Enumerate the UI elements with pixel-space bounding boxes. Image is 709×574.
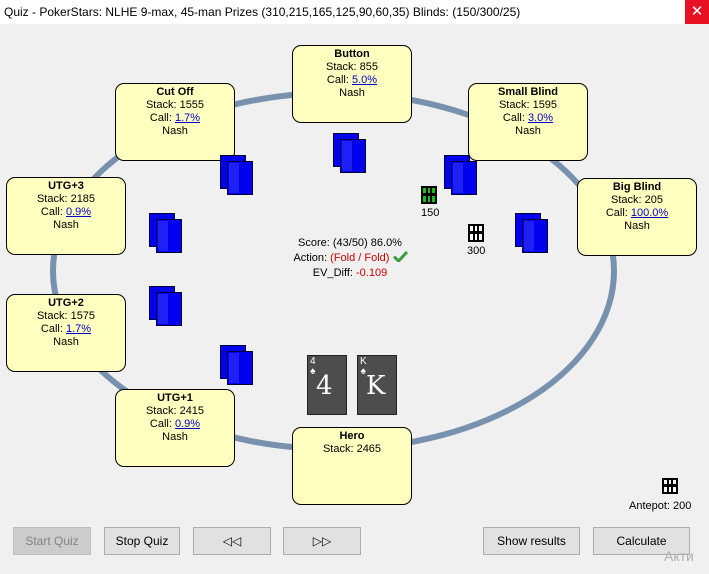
- seat-stack: Stack: 205: [611, 194, 663, 206]
- antepot-chip-icon: [662, 478, 678, 496]
- seat-name: Big Blind: [612, 181, 662, 193]
- window-title: Quiz - PokerStars: NLHE 9-max, 45-man Pr…: [4, 5, 521, 19]
- call-link[interactable]: 3.0%: [528, 112, 553, 124]
- seat-big-blind: Big Blind Stack: 205 Call: 100.0% Nash: [577, 178, 697, 256]
- card-back-big-blind: [515, 213, 548, 253]
- seat-name: Small Blind: [498, 86, 558, 98]
- seat-name: UTG+2: [48, 297, 84, 309]
- card-back-cut-off: [220, 155, 253, 195]
- call-link[interactable]: 5.0%: [352, 74, 377, 86]
- seat-name: UTG+1: [157, 392, 193, 404]
- card-back-utg3: [149, 213, 182, 253]
- call-link[interactable]: 0.9%: [66, 206, 91, 218]
- checkmark-icon: [392, 250, 408, 264]
- call-label: Call:: [326, 74, 352, 86]
- call-label: Call:: [502, 112, 528, 124]
- seat-utg3: UTG+3 Stack: 2185 Call: 0.9% Nash: [6, 177, 126, 255]
- chip-white-icon: [468, 224, 484, 242]
- seat-mode: Nash: [515, 125, 541, 137]
- seat-stack: Stack: 2185: [36, 193, 96, 205]
- seat-name: Button: [334, 48, 370, 60]
- seat-mode: Nash: [162, 431, 188, 443]
- ev-label: EV_Diff:: [312, 267, 356, 279]
- card-rank: K: [366, 371, 386, 401]
- close-button[interactable]: ✕: [685, 0, 709, 24]
- action-value: Fold: [333, 252, 356, 264]
- action-correct: Fold: [364, 252, 386, 264]
- ev-line: EV_Diff: -0.109: [250, 266, 450, 281]
- seat-mode: Nash: [53, 219, 79, 231]
- call-link[interactable]: 1.7%: [66, 323, 91, 335]
- seat-small-blind: Small Blind Stack: 1595 Call: 3.0% Nash: [468, 83, 588, 161]
- call-link[interactable]: 100.0%: [631, 207, 668, 219]
- seat-stack: Stack: 1575: [36, 310, 96, 322]
- seat-hero: Hero Stack: 2465: [292, 427, 412, 505]
- hero-card-1: 4 ♠ 4: [307, 355, 347, 415]
- seat-stack: Stack: 855: [326, 61, 378, 73]
- seat-utg2: UTG+2 Stack: 1575 Call: 1.7% Nash: [6, 294, 126, 372]
- seat-stack: Stack: 1555: [145, 99, 205, 111]
- call-label: Call:: [149, 112, 175, 124]
- action-close: ): [385, 252, 390, 264]
- bet-amount-big-blind: 300: [467, 245, 486, 257]
- call-label: Call:: [40, 323, 66, 335]
- spade-icon: ♠: [310, 366, 316, 377]
- card-back-utg2: [149, 286, 182, 326]
- start-quiz-button[interactable]: Start Quiz: [13, 527, 91, 555]
- action-sep: /: [355, 252, 365, 264]
- seat-mode: Nash: [339, 87, 365, 99]
- seat-button: Button Stack: 855 Call: 5.0% Nash: [292, 45, 412, 123]
- antepot-label: Antepot: 200: [629, 500, 692, 512]
- seat-name: Hero: [339, 430, 365, 442]
- seat-mode: Nash: [162, 125, 188, 137]
- ev-value: -0.109: [356, 267, 388, 279]
- card-back-button: [333, 133, 366, 173]
- call-link[interactable]: 0.9%: [175, 418, 200, 430]
- activation-watermark: Акти: [664, 548, 694, 564]
- seat-utg1: UTG+1 Stack: 2415 Call: 0.9% Nash: [115, 389, 235, 467]
- action-label: Action:: [293, 252, 331, 264]
- quiz-result: Score: (43/50) 86.0% Action: (Fold / Fol…: [250, 236, 450, 281]
- seat-name: Cut Off: [156, 86, 194, 98]
- card-rank: 4: [316, 371, 333, 401]
- call-label: Call:: [605, 207, 631, 219]
- chip-green-icon: [421, 186, 437, 204]
- seat-cut-off: Cut Off Stack: 1555 Call: 1.7% Nash: [115, 83, 235, 161]
- call-label: Call:: [149, 418, 175, 430]
- card-back-small-blind: [444, 155, 477, 195]
- seat-stack: Stack: 1595: [498, 99, 558, 111]
- stop-quiz-button[interactable]: Stop Quiz: [104, 527, 180, 555]
- show-results-button[interactable]: Show results: [483, 527, 580, 555]
- action-line: Action: (Fold / Fold): [250, 250, 450, 266]
- seat-stack: Stack: 2415: [145, 405, 205, 417]
- seat-mode: Nash: [53, 336, 79, 348]
- score-text: Score: (43/50) 86.0%: [298, 237, 402, 249]
- seat-stack: Stack: 2465: [322, 443, 382, 455]
- hero-card-2: K ♠ K: [357, 355, 397, 415]
- previous-button[interactable]: ◁◁: [193, 527, 271, 555]
- call-label: Call:: [40, 206, 66, 218]
- seat-name: UTG+3: [48, 180, 84, 192]
- card-back-utg1: [220, 345, 253, 385]
- bet-amount-small-blind: 150: [421, 207, 440, 219]
- seat-mode: Nash: [624, 220, 650, 232]
- title-bar: Quiz - PokerStars: NLHE 9-max, 45-man Pr…: [0, 0, 709, 24]
- call-link[interactable]: 1.7%: [175, 112, 200, 124]
- next-button[interactable]: ▷▷: [283, 527, 361, 555]
